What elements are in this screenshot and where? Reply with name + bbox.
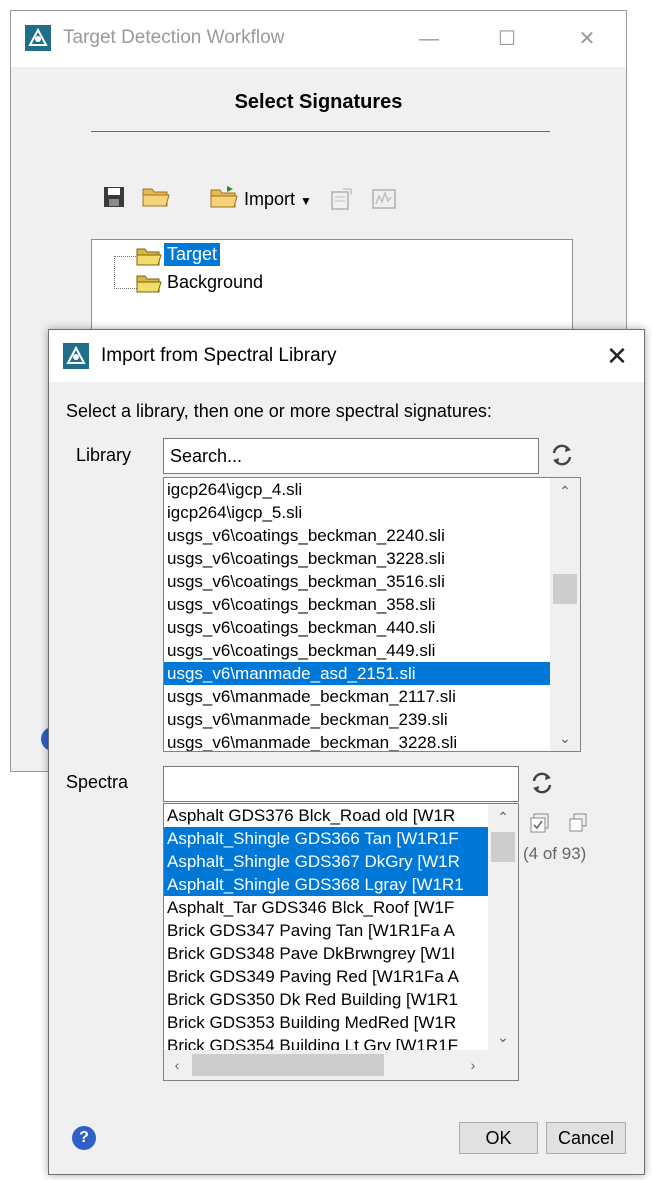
spectra-list-item[interactable]: Brick GDS349 Paving Red [W1R1Fa A (164, 965, 488, 988)
library-list-item[interactable]: usgs_v6\coatings_beckman_449.sli (164, 639, 550, 662)
spectra-list[interactable]: Asphalt GDS376 Blck_Road old [W1R Asphalt… (163, 803, 519, 1081)
scroll-right-icon[interactable]: › (462, 1054, 484, 1076)
scroll-thumb[interactable] (553, 574, 577, 604)
library-list-item[interactable]: usgs_v6\coatings_beckman_3516.sli (164, 570, 550, 593)
chevron-down-icon: ▼ (300, 194, 312, 208)
help-icon[interactable]: ? (72, 1126, 96, 1150)
spectra-list-item[interactable]: Asphalt GDS376 Blck_Road old [W1R (164, 804, 488, 827)
scroll-thumb[interactable] (192, 1054, 384, 1076)
library-list[interactable]: igcp264\igcp_4.sli igcp264\igcp_5.sli usgs… (163, 477, 581, 752)
library-list-item[interactable]: usgs_v6\coatings_beckman_358.sli (164, 593, 550, 616)
cancel-button[interactable]: Cancel (546, 1122, 626, 1154)
dialog-title: Import from Spectral Library (101, 345, 337, 366)
spectra-list-item[interactable]: Asphalt_Shingle GDS368 Lgray [W1R1 (164, 873, 488, 896)
spectra-horizontal-scrollbar[interactable]: ‹ › (164, 1050, 518, 1080)
close-icon[interactable]: ✕ (595, 336, 639, 376)
open-folder-icon[interactable] (141, 183, 171, 209)
app-icon (25, 25, 51, 56)
library-list-item[interactable]: igcp264\igcp_5.sli (164, 501, 550, 524)
library-list-item[interactable]: usgs_v6\manmade_beckman_3228.sli (164, 731, 550, 751)
dialog-titlebar[interactable]: Import from Spectral Library ✕ (49, 330, 644, 382)
spectra-list-item[interactable]: Brick GDS348 Pave DkBrwngrey [W1I (164, 942, 488, 965)
library-list-item[interactable]: usgs_v6\coatings_beckman_440.sli (164, 616, 550, 639)
app-icon (63, 343, 89, 374)
spectra-list-item[interactable]: Brick GDS350 Dk Red Building [W1R1 (164, 988, 488, 1011)
library-list-item[interactable]: usgs_v6\coatings_beckman_2240.sli (164, 524, 550, 547)
heading-divider (91, 131, 550, 132)
spectra-list-item[interactable]: Brick GDS353 Building MedRed [W1R (164, 1011, 488, 1034)
scroll-down-icon[interactable]: ⌄ (554, 727, 576, 749)
library-list-item[interactable]: usgs_v6\manmade_beckman_239.sli (164, 708, 550, 731)
refresh-icon[interactable] (549, 442, 575, 473)
properties-icon[interactable] (329, 187, 353, 211)
page-title: Select Signatures (234, 91, 403, 113)
main-window-title: Target Detection Workflow (63, 27, 285, 48)
minimize-icon[interactable]: — (409, 21, 449, 57)
main-titlebar[interactable]: Target Detection Workflow — ☐ ✕ (11, 11, 626, 67)
import-folder-icon[interactable] (209, 184, 239, 210)
scroll-thumb[interactable] (491, 832, 515, 862)
spectra-count: (4 of 93) (523, 844, 587, 863)
spectra-list-item[interactable]: Brick GDS354 Building Lt Gry [W1R1F (164, 1034, 488, 1050)
folder-icon (136, 273, 162, 298)
library-list-item[interactable]: usgs_v6\coatings_beckman_3228.sli (164, 547, 550, 570)
spectra-list-item[interactable]: Asphalt_Shingle GDS367 DkGry [W1R (164, 850, 488, 873)
spectra-list-item[interactable]: Asphalt_Tar GDS346 Blck_Roof [W1F (164, 896, 488, 919)
scroll-up-icon[interactable]: ⌃ (554, 480, 576, 502)
import-spectral-library-dialog: Import from Spectral Library ✕ Select a … (48, 329, 645, 1175)
refresh-icon[interactable] (529, 770, 555, 801)
folder-icon (136, 246, 162, 271)
save-icon[interactable] (102, 185, 126, 209)
library-scrollbar[interactable]: ⌃ ⌄ (550, 478, 580, 751)
spectra-label: Spectra (66, 772, 129, 792)
import-label: Import (244, 189, 296, 209)
scroll-down-icon[interactable]: ⌄ (492, 1026, 514, 1048)
library-list-item[interactable]: usgs_v6\manmade_asd_2151.sli (164, 662, 550, 685)
tree-connector (114, 256, 138, 257)
spectra-list-item[interactable]: Asphalt_Shingle GDS366 Tan [W1R1F (164, 827, 488, 850)
scroll-up-icon[interactable]: ⌃ (492, 806, 514, 828)
library-search-input[interactable] (163, 438, 539, 474)
library-list-item[interactable]: usgs_v6\manmade_beckman_2117.sli (164, 685, 550, 708)
library-label: Library (76, 445, 132, 465)
tree-item-target[interactable]: Target (164, 243, 221, 266)
spectra-filter-input[interactable] (163, 766, 519, 802)
deselect-all-icon[interactable] (567, 812, 589, 839)
scroll-left-icon[interactable]: ‹ (166, 1054, 188, 1076)
spectra-vertical-scrollbar[interactable]: ⌃ ⌄ (488, 804, 518, 1050)
library-list-item[interactable]: igcp264\igcp_4.sli (164, 478, 550, 501)
tree-item-background[interactable]: Background (164, 271, 266, 294)
import-menu-button[interactable]: Import ▼ (244, 189, 312, 210)
plot-icon[interactable] (371, 187, 397, 211)
instruction-text: Select a library, then one or more spect… (66, 401, 492, 421)
spectra-list-item[interactable]: Brick GDS347 Paving Tan [W1R1Fa A (164, 919, 488, 942)
maximize-icon[interactable]: ☐ (487, 21, 527, 57)
select-all-icon[interactable] (529, 812, 551, 839)
ok-button[interactable]: OK (459, 1122, 538, 1154)
close-icon[interactable]: ✕ (567, 21, 607, 57)
